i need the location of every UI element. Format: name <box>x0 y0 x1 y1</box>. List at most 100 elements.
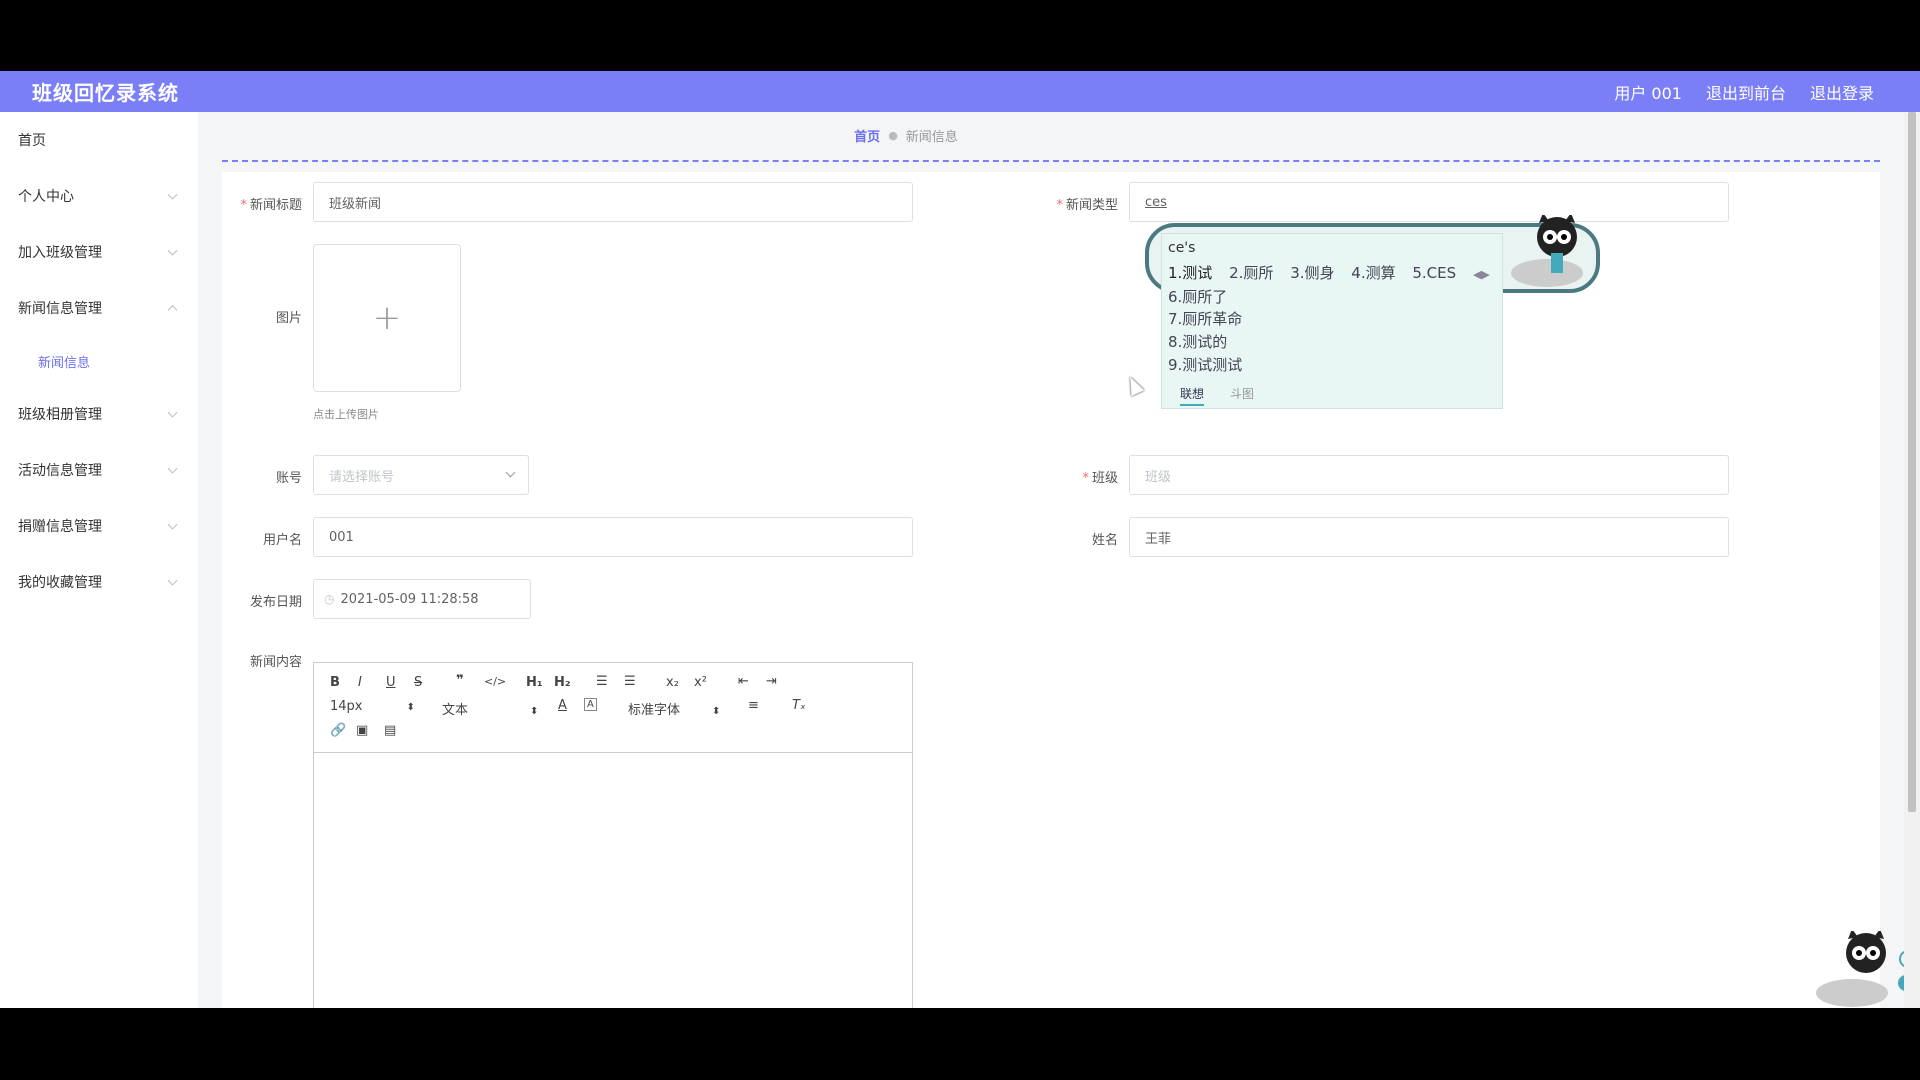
ime-row-1: 1.测试 2.厕所 3.侧身 4.测算 5.CES ◀▶ <box>1168 262 1502 283</box>
h2-icon[interactable]: H₂ <box>554 675 571 690</box>
sidebar-item-label: 加入班级管理 <box>18 245 102 261</box>
date-label: 发布日期 <box>249 595 302 610</box>
sidebar-item-label: 捐赠信息管理 <box>18 519 102 535</box>
title-label: * 新闻标题 <box>240 198 302 213</box>
sidebar-item-album-management[interactable]: 班级相册管理 <box>0 386 198 442</box>
username-label: 用户名 <box>262 533 302 548</box>
block-type-select[interactable]: 文本 ⬍ <box>442 699 538 718</box>
chevron-down-icon <box>167 463 178 474</box>
font-family-select[interactable]: 标准字体 ⬍ <box>628 699 720 718</box>
ime-candidate[interactable]: 8.测试的 <box>1168 331 1227 352</box>
italic-icon[interactable]: I <box>358 675 362 690</box>
font-color-icon[interactable]: A <box>558 698 567 713</box>
bullet-list-icon[interactable]: ☰ <box>624 674 636 689</box>
breadcrumb-separator-icon: ● <box>888 128 898 142</box>
username-input[interactable]: 001 <box>313 517 913 557</box>
upload-hint: 点击上传图片 <box>313 408 379 421</box>
main-content: 首页 ● 新闻信息 * 新闻标题 班级新闻 * 新闻类型 ces 图片 + 点击上传… <box>198 112 1904 1008</box>
sidebar-item-news-management[interactable]: 新闻信息管理 <box>0 280 198 336</box>
sidebar-item-label: 我的收藏管理 <box>18 575 102 591</box>
chevron-down-icon <box>505 467 516 478</box>
clock-icon: ◷ <box>324 592 335 606</box>
sidebar-item-home[interactable]: 首页 <box>0 112 198 168</box>
ime-candidate[interactable]: 4.测算 <box>1351 264 1395 282</box>
sidebar-item-activity-management[interactable]: 活动信息管理 <box>0 442 198 498</box>
type-input[interactable]: ces <box>1129 182 1729 222</box>
date-picker[interactable]: ◷ 2021-05-09 11:28:58 <box>313 579 531 619</box>
ime-candidate[interactable]: 6.厕所了 <box>1168 286 1227 307</box>
indent-icon[interactable]: ⇥ <box>766 674 777 689</box>
sidebar-item-join-class[interactable]: 加入班级管理 <box>0 224 198 280</box>
current-user-link[interactable]: 用户 001 <box>1614 80 1682 104</box>
ordered-list-icon[interactable]: ☰ <box>596 674 608 689</box>
dashed-divider <box>222 160 1880 162</box>
image-upload-box[interactable]: + <box>313 244 461 392</box>
app-title: 班级回忆录系统 <box>32 81 179 105</box>
subscript-icon[interactable]: x₂ <box>666 675 679 690</box>
ime-candidate[interactable]: 1.测试 <box>1168 264 1212 282</box>
class-label: * 班级 <box>1082 471 1118 486</box>
font-size-select[interactable]: 14px ⬍ <box>330 699 415 714</box>
class-input[interactable]: 班级 <box>1129 455 1729 495</box>
app-window: 班级回忆录系统 用户 001 退出到前台 退出登录 首页 个人中心 加入班级管理… <box>0 71 1920 1008</box>
breadcrumb-home[interactable]: 首页 <box>854 126 880 145</box>
title-input[interactable]: 班级新闻 <box>313 182 913 222</box>
chevron-up-icon <box>167 305 178 316</box>
h1-icon[interactable]: H₁ <box>526 675 543 690</box>
ime-candidate-popup: ce's 1.测试 2.厕所 3.侧身 4.测算 5.CES ◀▶ 6.厕所了 … <box>1145 215 1605 413</box>
link-icon[interactable]: 🔗 <box>330 723 346 738</box>
content-label: 新闻内容 <box>249 655 302 670</box>
sidebar: 首页 个人中心 加入班级管理 新闻信息管理 新闻信息 班级相册管理 活动信息管理… <box>0 112 198 1008</box>
image-label: 图片 <box>275 311 302 326</box>
ime-candidate[interactable]: 3.侧身 <box>1290 264 1334 282</box>
ime-candidate[interactable]: 9.测试测试 <box>1168 354 1242 375</box>
account-select[interactable]: 请选择账号 <box>313 455 529 495</box>
vertical-scrollbar[interactable] <box>1904 112 1920 1008</box>
type-label: * 新闻类型 <box>1056 198 1118 213</box>
outdent-icon[interactable]: ⇤ <box>738 674 749 689</box>
background-color-icon[interactable]: A <box>584 698 597 711</box>
code-icon[interactable]: </> <box>484 675 506 688</box>
scrollbar-thumb[interactable] <box>1908 112 1916 812</box>
logout-link[interactable]: 退出登录 <box>1810 80 1874 104</box>
sidebar-subitem-news[interactable]: 新闻信息 <box>0 336 198 386</box>
bold-icon[interactable]: B <box>330 675 340 690</box>
chevron-down-icon <box>167 407 178 418</box>
ime-pinyin: ce's <box>1168 240 1196 256</box>
rich-text-editor: B I U S ❞ </> H₁ H₂ ☰ ☰ x₂ x² ⇤ ⇥ 14px ⬍ … <box>313 662 913 1008</box>
ime-candidate[interactable]: 5.CES <box>1412 264 1456 282</box>
sidebar-item-personal-center[interactable]: 个人中心 <box>0 168 198 224</box>
underline-icon[interactable]: U <box>386 675 396 690</box>
breadcrumb-current: 新闻信息 <box>905 129 958 145</box>
sidebar-item-label: 活动信息管理 <box>18 463 102 479</box>
video-icon[interactable]: ▤ <box>384 723 396 738</box>
sidebar-item-label: 个人中心 <box>18 189 74 205</box>
ime-tab-sticker[interactable]: 斗图 <box>1230 385 1254 406</box>
header-links: 用户 001 退出到前台 退出登录 <box>1614 80 1874 104</box>
image-icon[interactable]: ▣ <box>356 723 368 738</box>
ime-tab-association[interactable]: 联想 <box>1180 385 1205 406</box>
sidebar-item-donation-management[interactable]: 捐赠信息管理 <box>0 498 198 554</box>
ime-tabs: 联想 斗图 <box>1180 385 1254 406</box>
form-panel: * 新闻标题 班级新闻 * 新闻类型 ces 图片 + 点击上传图片 账号 请选择账… <box>222 172 1880 1008</box>
ime-page-arrows-icon[interactable]: ◀▶ <box>1473 268 1490 281</box>
plus-icon: + <box>372 298 402 338</box>
sidebar-item-label: 班级相册管理 <box>18 407 102 423</box>
exit-to-front-link[interactable]: 退出到前台 <box>1706 80 1786 104</box>
strike-icon[interactable]: S <box>414 675 422 690</box>
name-input[interactable]: 王菲 <box>1129 517 1729 557</box>
name-label: 姓名 <box>1091 533 1118 548</box>
chevron-down-icon <box>167 575 178 586</box>
sidebar-item-favorites-management[interactable]: 我的收藏管理 <box>0 554 198 610</box>
align-icon[interactable]: ≡ <box>748 698 759 713</box>
ime-candidate-list: ce's 1.测试 2.厕所 3.侧身 4.测算 5.CES ◀▶ 6.厕所了 … <box>1161 233 1503 409</box>
clear-format-icon[interactable]: Tₓ <box>792 698 806 713</box>
ime-mascot-cat-icon <box>1511 215 1583 287</box>
quote-icon[interactable]: ❞ <box>456 673 464 688</box>
editor-toolbar: B I U S ❞ </> H₁ H₂ ☰ ☰ x₂ x² ⇤ ⇥ 14px ⬍ … <box>314 663 912 753</box>
editor-body[interactable] <box>314 754 912 1008</box>
ime-candidate[interactable]: 7.厕所革命 <box>1168 308 1242 329</box>
sidebar-item-label: 首页 <box>18 133 46 149</box>
superscript-icon[interactable]: x² <box>694 675 707 690</box>
ime-candidate[interactable]: 2.厕所 <box>1229 264 1273 282</box>
